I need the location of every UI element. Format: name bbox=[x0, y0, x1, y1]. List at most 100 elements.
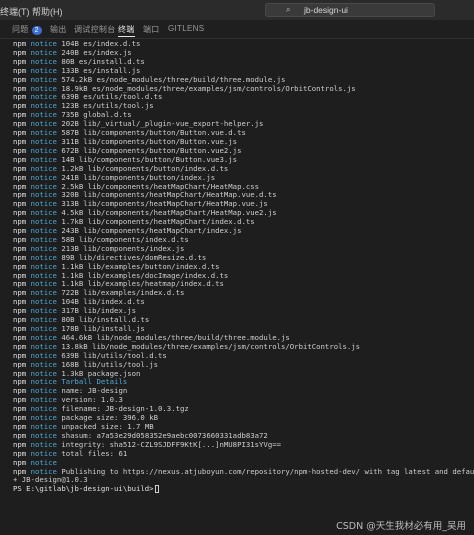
tab-problems[interactable]: 问题 2 bbox=[12, 24, 42, 35]
notice-tag: notice bbox=[30, 369, 62, 378]
line-text: unpacked size: 1.7 MB bbox=[61, 422, 154, 431]
notice-tag: notice bbox=[30, 137, 62, 146]
npm-prefix: npm bbox=[13, 84, 31, 93]
watermark: CSDN @天生我材必有用_吴用 bbox=[336, 521, 466, 532]
line-text: 587B lib/components/button/Button.vue.d.… bbox=[61, 129, 246, 138]
menu-terminal[interactable]: 终端(T) bbox=[0, 5, 30, 18]
notice-tag: notice bbox=[30, 155, 62, 164]
notice-tag: notice bbox=[30, 191, 62, 200]
npm-prefix: npm bbox=[13, 325, 31, 333]
file-notice-line: npm notice 320B lib/components/heatMapCh… bbox=[13, 191, 474, 200]
tab-gitlens[interactable]: GITLENS bbox=[168, 24, 204, 33]
npm-prefix: npm bbox=[13, 120, 31, 129]
line-text: 240B es/index.js bbox=[61, 48, 132, 57]
line-text: 735B global.d.ts bbox=[61, 111, 132, 120]
npm-prefix: npm bbox=[13, 235, 31, 244]
notice-tag: notice bbox=[30, 244, 62, 253]
notice-tag: notice bbox=[30, 351, 62, 360]
file-notice-line: npm notice 243B lib/components/heatMapCh… bbox=[13, 227, 474, 236]
notice-tag: notice bbox=[30, 93, 62, 102]
notice-tag: notice bbox=[30, 218, 62, 227]
shell-prompt-line[interactable]: PS E:\gitlab\jb-design-ui\build> bbox=[13, 485, 474, 494]
detail-notice-line: npm notice shasum: a7a53e29d058352e9aebc… bbox=[13, 432, 474, 441]
tab-ports[interactable]: 端口 bbox=[143, 24, 160, 35]
file-notice-line: npm notice 735B global.d.ts bbox=[13, 111, 474, 120]
file-notice-line: npm notice 639B lib/utils/tool.d.ts bbox=[13, 352, 474, 361]
line-text: 14B lib/components/button/Button.vue3.js bbox=[61, 155, 238, 164]
notice-tag: notice bbox=[30, 200, 62, 209]
notice-tag: notice bbox=[30, 289, 62, 298]
npm-prefix: npm bbox=[13, 316, 31, 325]
line-text: filename: JB-design-1.0.3.tgz bbox=[61, 405, 189, 414]
notice-tag: notice bbox=[30, 129, 62, 138]
published-line: + JB-design@1.0.3 bbox=[13, 476, 88, 485]
notice-tag: notice bbox=[30, 209, 62, 218]
npm-prefix: npm bbox=[13, 129, 31, 138]
line-text: 639B lib/utils/tool.d.ts bbox=[61, 351, 167, 360]
npm-prefix: npm bbox=[13, 48, 31, 57]
npm-prefix: npm bbox=[13, 351, 31, 360]
line-text: shasum: a7a53e29d058352e9aebc0073660331a… bbox=[61, 431, 268, 440]
notice-tag: notice bbox=[30, 414, 62, 423]
line-text: 243B lib/components/heatMapChart/index.j… bbox=[61, 227, 242, 236]
cursor-icon bbox=[154, 485, 159, 494]
line-text: 1.1kB lib/examples/heatmap/index.d.ts bbox=[61, 280, 224, 289]
tab-output[interactable]: 输出 bbox=[50, 24, 67, 35]
npm-prefix: npm bbox=[13, 271, 31, 280]
npm-prefix: npm bbox=[13, 405, 31, 414]
npm-prefix: npm bbox=[13, 414, 31, 423]
notice-tag: notice bbox=[30, 75, 62, 84]
npm-prefix: npm bbox=[13, 191, 31, 200]
notice-tag: notice bbox=[30, 271, 62, 280]
detail-notice-line: npm notice filename: JB-design-1.0.3.tgz bbox=[13, 405, 474, 414]
file-notice-line: npm notice 672B lib/components/button/Bu… bbox=[13, 147, 474, 156]
notice-tag: notice bbox=[30, 227, 62, 236]
notice-tag: notice bbox=[30, 360, 62, 369]
notice-tag: notice bbox=[30, 102, 62, 111]
line-text: 80B es/install.d.ts bbox=[61, 57, 145, 66]
tab-debug-console[interactable]: 调试控制台 bbox=[74, 24, 116, 35]
line-text: 1.1kB lib/examples/button/index.d.ts bbox=[61, 262, 220, 271]
npm-prefix: npm bbox=[13, 102, 31, 111]
tarball-details-line: npm notice Tarball Details bbox=[13, 378, 474, 387]
notice-tag: notice bbox=[30, 378, 62, 387]
line-text: 202B lib/_virtual/_plugin-vue_export-hel… bbox=[61, 120, 264, 129]
line-text: 464.6kB lib/node_modules/three/build/thr… bbox=[61, 333, 290, 342]
line-text: integrity: sha512-CZL9SJDFF9KtK[...]nMU8… bbox=[61, 440, 281, 449]
line-text: 1.3kB package.json bbox=[61, 369, 141, 378]
notice-tag: notice bbox=[30, 458, 62, 467]
menu-help[interactable]: 帮助(H) bbox=[32, 5, 63, 18]
npm-prefix: npm bbox=[13, 66, 31, 75]
npm-prefix: npm bbox=[13, 218, 31, 227]
file-notice-line: npm notice 213B lib/components/index.js bbox=[13, 245, 474, 254]
npm-prefix: npm bbox=[13, 458, 31, 467]
npm-prefix: npm bbox=[13, 378, 31, 387]
npm-prefix: npm bbox=[13, 440, 31, 449]
line-text: 58B lib/components/index.d.ts bbox=[61, 235, 189, 244]
notice-tag: notice bbox=[30, 431, 62, 440]
notice-tag: notice bbox=[30, 164, 62, 173]
file-notice-line: npm notice 168B lib/utils/tool.js bbox=[13, 361, 474, 370]
notice-tag: notice bbox=[30, 449, 62, 458]
line-text: 13.8kB lib/node_modules/three/examples/j… bbox=[61, 342, 361, 351]
line-text: 313B lib/components/heatMapChart/HeatMap… bbox=[61, 200, 268, 209]
npm-prefix: npm bbox=[13, 75, 31, 84]
npm-prefix: npm bbox=[13, 57, 31, 66]
npm-prefix: npm bbox=[13, 307, 31, 316]
notice-tag: notice bbox=[30, 280, 62, 289]
line-text: version: 1.0.3 bbox=[61, 396, 123, 405]
command-center-search[interactable]: ⌕ jb-design-ui bbox=[265, 3, 435, 17]
file-notice-line: npm notice 574.2kB es/node_modules/three… bbox=[13, 76, 474, 85]
file-notice-line: npm notice 58B lib/components/index.d.ts bbox=[13, 236, 474, 245]
terminal-output[interactable]: npm notice 104B es/index.d.ts npm notice … bbox=[0, 40, 474, 535]
line-text: 104B lib/index.d.ts bbox=[61, 298, 145, 307]
npm-prefix: npm bbox=[13, 227, 31, 236]
tab-terminal[interactable]: 终端 bbox=[118, 24, 135, 37]
notice-tag: notice bbox=[30, 307, 62, 316]
notice-tag: notice bbox=[30, 66, 62, 75]
notice-tag: notice bbox=[30, 440, 62, 449]
search-text: jb-design-ui bbox=[304, 5, 348, 15]
file-notice-line: npm notice 178B lib/install.js bbox=[13, 325, 474, 334]
line-text: 311B lib/components/button/Button.vue.js bbox=[61, 137, 238, 146]
notice-tag: notice bbox=[30, 111, 62, 120]
